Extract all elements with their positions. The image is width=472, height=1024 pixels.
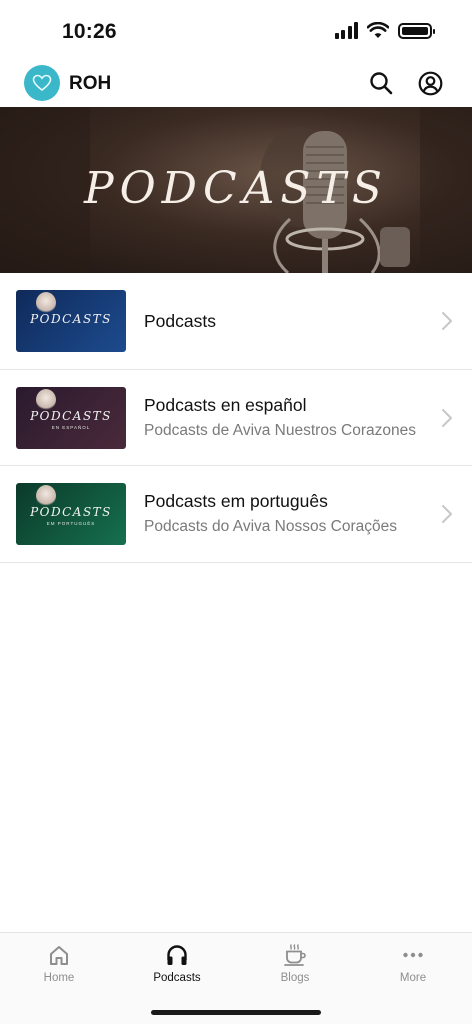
podcast-thumbnail: PODCASTS EM PORTUGUÊS bbox=[16, 483, 126, 545]
hero-title: PODCASTS bbox=[83, 163, 389, 214]
podcast-thumbnail: PODCASTS EN ESPAÑOL bbox=[16, 386, 126, 449]
app-logo[interactable] bbox=[24, 65, 60, 101]
tab-label: More bbox=[399, 972, 427, 984]
user-circle-icon bbox=[418, 71, 442, 95]
chevron-right-icon bbox=[442, 408, 452, 427]
podcast-title: Podcasts em português bbox=[144, 491, 328, 511]
account-button[interactable] bbox=[417, 70, 443, 96]
tab-label: Home bbox=[43, 972, 75, 984]
home-indicator[interactable] bbox=[151, 1010, 321, 1015]
thumbnail-title: PODCASTS bbox=[30, 408, 112, 423]
tab-label: Blogs bbox=[280, 972, 310, 984]
podcast-list: PODCASTS Podcasts PODCASTS EN ESPAÑOL Po… bbox=[0, 273, 472, 563]
heart-logo-icon bbox=[32, 74, 52, 92]
podcast-title: Podcasts bbox=[144, 311, 216, 331]
speaker-photo bbox=[36, 388, 56, 411]
thumbnail-subtitle: EM PORTUGUÊS bbox=[46, 521, 96, 526]
chevron-right-icon bbox=[442, 312, 452, 330]
podcast-row-spanish[interactable]: PODCASTS EN ESPAÑOL Podcasts en español … bbox=[0, 370, 472, 466]
status-icons bbox=[334, 22, 435, 39]
status-bar: 10:26 bbox=[0, 0, 472, 56]
wifi-icon bbox=[367, 22, 389, 38]
podcast-title: Podcasts en español bbox=[144, 394, 307, 415]
tab-label: Podcasts bbox=[153, 972, 201, 984]
podcast-thumbnail: PODCASTS bbox=[16, 290, 126, 352]
podcast-row-english[interactable]: PODCASTS Podcasts bbox=[0, 273, 472, 370]
app-name: ROH bbox=[69, 73, 112, 94]
headphones-icon bbox=[167, 945, 187, 965]
search-icon bbox=[370, 72, 393, 95]
thumbnail-title: PODCASTS bbox=[30, 312, 112, 326]
tab-podcasts[interactable]: Podcasts bbox=[118, 933, 236, 993]
coffee-cup-icon bbox=[284, 944, 306, 966]
thumbnail-title: PODCASTS bbox=[30, 505, 112, 519]
bottom-tab-bar: Home Podcasts Blogs More bbox=[0, 932, 472, 1024]
tab-more[interactable]: More bbox=[354, 933, 472, 993]
search-button[interactable] bbox=[368, 70, 394, 96]
speaker-photo bbox=[36, 485, 56, 507]
home-icon bbox=[50, 946, 68, 965]
podcast-subtitle: Podcasts de Aviva Nuestros Corazones bbox=[144, 421, 416, 439]
thumbnail-subtitle: EN ESPAÑOL bbox=[51, 424, 91, 430]
hero-banner: PODCASTS bbox=[0, 107, 472, 273]
battery-icon bbox=[398, 22, 435, 39]
tab-home[interactable]: Home bbox=[0, 933, 118, 993]
tab-blogs[interactable]: Blogs bbox=[236, 933, 354, 993]
podcast-row-portuguese[interactable]: PODCASTS EM PORTUGUÊS Podcasts em portug… bbox=[0, 466, 472, 563]
chevron-right-icon bbox=[442, 505, 452, 523]
more-dots-icon bbox=[403, 952, 423, 958]
status-time: 10:26 bbox=[62, 20, 117, 43]
app-header: ROH bbox=[0, 60, 472, 106]
podcast-subtitle: Podcasts do Aviva Nossos Corações bbox=[144, 518, 398, 535]
speaker-photo bbox=[36, 292, 56, 314]
cellular-signal-icon bbox=[334, 22, 358, 39]
